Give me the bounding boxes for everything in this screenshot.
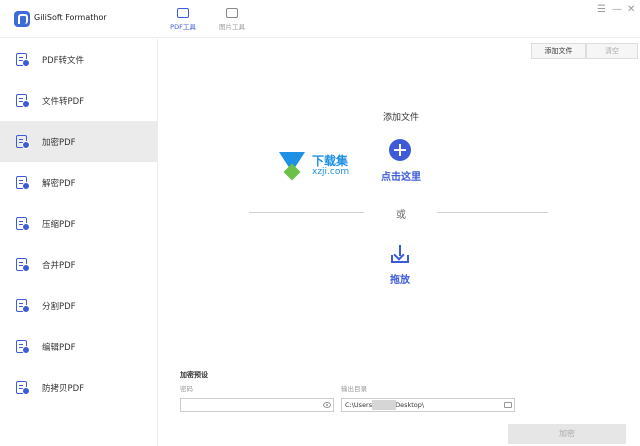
eye-icon[interactable] bbox=[323, 402, 331, 408]
clear-button[interactable]: 清空 bbox=[586, 43, 638, 59]
sidebar-item-pdf-to-file[interactable]: PDF转文件 bbox=[0, 39, 157, 80]
sidebar-item-label: PDF转文件 bbox=[42, 56, 85, 66]
sidebar-item-edit-pdf[interactable]: 编辑PDF bbox=[0, 326, 157, 367]
edit-icon bbox=[16, 340, 30, 354]
minimize-icon[interactable]: — bbox=[612, 4, 622, 15]
sidebar-item-label: 防拷贝PDF bbox=[42, 384, 85, 394]
divider-right bbox=[437, 212, 548, 213]
tab-pdf-tools-label: PDF工具 bbox=[170, 23, 196, 31]
title-bar: GiliSoft Formathor PDF工具 图片工具 ☰ — ✕ bbox=[0, 0, 640, 38]
sidebar-item-label: 压缩PDF bbox=[42, 220, 76, 230]
add-file-plus-icon[interactable] bbox=[389, 139, 411, 161]
pdf-to-file-icon bbox=[16, 53, 30, 67]
pdf-tools-icon bbox=[177, 8, 189, 18]
sidebar-item-label: 编辑PDF bbox=[42, 343, 76, 353]
sidebar-item-label: 分割PDF bbox=[42, 302, 76, 312]
app-logo-icon bbox=[14, 11, 30, 27]
drag-drop-label: 拖放 bbox=[390, 275, 410, 286]
close-icon[interactable]: ✕ bbox=[627, 4, 635, 15]
sidebar-item-label: 合并PDF bbox=[42, 261, 76, 271]
sidebar-item-file-to-pdf[interactable]: 文件转PDF bbox=[0, 80, 157, 121]
add-file-button[interactable]: 添加文件 bbox=[531, 43, 586, 59]
encrypt-preset-title: 加密预设 bbox=[180, 371, 208, 379]
sidebar-item-label: 加密PDF bbox=[42, 138, 76, 148]
password-field[interactable] bbox=[180, 398, 334, 412]
compress-icon bbox=[16, 217, 30, 231]
watermark-en-text: xzji.com bbox=[312, 167, 350, 177]
dropzone-title: 添加文件 bbox=[382, 113, 419, 123]
copy-protect-icon bbox=[16, 381, 30, 395]
output-dir-label: 输出目录 bbox=[341, 385, 367, 393]
redacted-username bbox=[372, 400, 396, 410]
divider-left bbox=[249, 212, 364, 213]
output-dir-field[interactable] bbox=[341, 398, 515, 412]
or-separator: 或 bbox=[396, 210, 406, 221]
merge-icon bbox=[16, 258, 30, 272]
sidebar-item-decrypt-pdf[interactable]: 解密PDF bbox=[0, 162, 157, 203]
watermark-logo: 下载集 xzji.com bbox=[279, 152, 369, 184]
sidebar: PDF转文件 文件转PDF 加密PDF 解密PDF 压缩PDF 合并PDF 分割… bbox=[0, 39, 158, 446]
tab-image-tools[interactable]: 图片工具 bbox=[212, 8, 252, 31]
sidebar-item-merge-pdf[interactable]: 合并PDF bbox=[0, 244, 157, 285]
menu-icon[interactable]: ☰ bbox=[597, 4, 606, 15]
split-icon bbox=[16, 299, 30, 313]
click-here-link[interactable]: 点击这里 bbox=[370, 168, 432, 183]
sidebar-item-label: 解密PDF bbox=[42, 179, 76, 189]
file-to-pdf-icon bbox=[16, 94, 30, 108]
sidebar-item-encrypt-pdf[interactable]: 加密PDF bbox=[0, 121, 157, 162]
lock-icon bbox=[16, 135, 30, 149]
tab-pdf-tools[interactable]: PDF工具 bbox=[163, 8, 203, 31]
app-title: GiliSoft Formathor bbox=[34, 13, 107, 22]
drag-drop-icon bbox=[390, 244, 410, 264]
sidebar-item-label: 文件转PDF bbox=[42, 97, 85, 107]
folder-icon[interactable] bbox=[504, 402, 512, 408]
tab-image-tools-label: 图片工具 bbox=[219, 23, 245, 31]
sidebar-item-copy-protect-pdf[interactable]: 防拷贝PDF bbox=[0, 367, 157, 408]
sidebar-item-split-pdf[interactable]: 分割PDF bbox=[0, 285, 157, 326]
image-tools-icon bbox=[226, 8, 238, 18]
password-label: 密码 bbox=[180, 385, 193, 393]
sidebar-item-compress-pdf[interactable]: 压缩PDF bbox=[0, 203, 157, 244]
unlock-icon bbox=[16, 176, 30, 190]
encrypt-button[interactable]: 加密 bbox=[508, 424, 626, 444]
